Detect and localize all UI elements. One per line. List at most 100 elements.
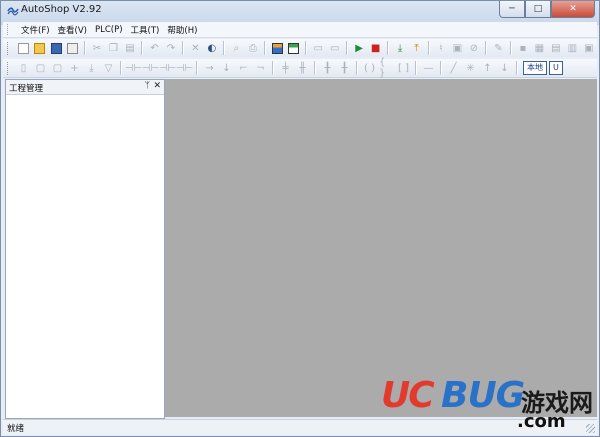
hline-draw-icon[interactable]: —: [421, 61, 436, 76]
find-icon[interactable]: ◐: [205, 41, 219, 56]
monitor-icon[interactable]: ♮: [434, 41, 448, 56]
save-all-icon[interactable]: [65, 41, 79, 56]
pulse-nc-icon[interactable]: ╂: [337, 61, 352, 76]
run-icon[interactable]: ▶: [352, 41, 366, 56]
parallel-nc-icon[interactable]: ⊣⊢: [176, 61, 193, 76]
menu-plc[interactable]: PLC(P): [91, 25, 127, 35]
toolbar-separator: [120, 61, 122, 75]
corner-right-icon[interactable]: ⌐: [236, 61, 251, 76]
contact-nc-icon[interactable]: ⊣⊢: [142, 61, 159, 76]
menu-file[interactable]: 文件(F): [17, 24, 54, 36]
func-icon[interactable]: { }: [379, 57, 394, 79]
local-mode-button[interactable]: 本地: [523, 61, 547, 75]
toolbar-separator: [386, 41, 389, 55]
toolbar-separator: [314, 61, 316, 75]
insert-col-icon[interactable]: ▢: [50, 61, 65, 76]
window-icon[interactable]: ▣: [582, 41, 596, 56]
undo-icon[interactable]: ↶: [147, 41, 161, 56]
toolbar-separator: [485, 41, 488, 55]
down-line-icon[interactable]: ⤓: [84, 61, 99, 76]
pin-icon[interactable]: ᛘ: [145, 81, 150, 91]
v-line-icon[interactable]: ↓: [219, 61, 234, 76]
title-bar[interactable]: AutoShop V2.92 ─ □ ✕: [1, 1, 599, 22]
toolbar-separator: [305, 41, 307, 55]
status-text: 就绪: [7, 424, 25, 434]
toolbar-separator: [415, 61, 417, 75]
project-manager-panel: 工程管理 ᛘ ✕: [5, 79, 165, 419]
h-line-icon[interactable]: →: [202, 61, 217, 76]
down-arrow2-icon[interactable]: ↓: [497, 61, 512, 76]
corner-left-icon[interactable]: ¬: [253, 61, 268, 76]
toolbar-grip[interactable]: [7, 41, 11, 55]
cross-ref-icon[interactable]: ▤: [549, 41, 563, 56]
pulse-icon[interactable]: ╂: [320, 61, 335, 76]
watermark-logo: UC BUG 游戏网 .com: [381, 373, 596, 433]
open-folder-icon[interactable]: [32, 41, 46, 56]
toolbar-grip[interactable]: [7, 61, 11, 75]
close-button[interactable]: ✕: [551, 1, 595, 18]
maximize-button[interactable]: □: [525, 1, 551, 18]
vline-delete-icon[interactable]: ✳: [463, 61, 478, 76]
toolbar-separator: [272, 61, 274, 75]
toolbar-separator: [264, 41, 267, 55]
save-icon[interactable]: [49, 41, 63, 56]
comment-edit-icon[interactable]: ▭: [327, 41, 341, 56]
instruction-view-icon[interactable]: [287, 41, 301, 56]
delete-icon[interactable]: ✕: [188, 41, 202, 56]
up-arrow-icon[interactable]: ↑: [480, 61, 495, 76]
menu-tools[interactable]: 工具(T): [127, 24, 164, 36]
project-tree[interactable]: [6, 95, 164, 418]
select-mode-icon[interactable]: ▯: [16, 61, 31, 76]
down-arrow-icon[interactable]: ▽: [101, 61, 116, 76]
line-delete-icon[interactable]: ╱: [446, 61, 461, 76]
insert-row-icon[interactable]: ▢: [33, 61, 48, 76]
editor-workspace[interactable]: [165, 79, 597, 417]
toolbar-separator: [83, 41, 86, 55]
coil-icon[interactable]: ( ): [362, 61, 377, 76]
watermark-uc: UC: [381, 375, 435, 416]
parallel-no-icon[interactable]: ⊣⊢: [159, 61, 176, 76]
panel-close-icon[interactable]: ✕: [153, 81, 161, 91]
falling-edge-icon[interactable]: ╫: [295, 61, 310, 76]
device-table-icon[interactable]: ▦: [532, 41, 546, 56]
write-icon[interactable]: ✎: [491, 41, 505, 56]
ladder-toolbar: ▯ ▢ ▢ + ⤓ ▽ ⊣⊢ ⊣⊢ ⊣⊢ ⊣⊢ → ↓ ⌐ ¬ ╪ ╫ ╂ ╂ …: [3, 57, 597, 79]
paste-icon[interactable]: ▤: [123, 41, 137, 56]
func-block-icon[interactable]: [ ]: [396, 61, 411, 76]
watermark-bug: BUG: [441, 375, 525, 416]
toolbar-separator: [196, 61, 198, 75]
rising-edge-icon[interactable]: ╪: [278, 61, 293, 76]
toolbar-separator: [427, 41, 430, 55]
stop-icon[interactable]: ■: [368, 41, 382, 56]
panel-header: 工程管理 ᛘ ✕: [6, 80, 164, 95]
toolbar-separator: [182, 41, 185, 55]
u-mode-button[interactable]: U: [549, 61, 563, 75]
minimize-button[interactable]: ─: [499, 1, 525, 18]
app-window: AutoShop V2.92 ─ □ ✕ 文件(F) 查看(V) PLC(P) …: [0, 0, 600, 437]
print-preview-icon[interactable]: ⌕: [229, 41, 243, 56]
toolbar-separator: [356, 61, 358, 75]
copy-icon[interactable]: ❐: [106, 41, 120, 56]
monitor-edit-icon[interactable]: ▣: [450, 41, 464, 56]
comment-icon[interactable]: ▭: [311, 41, 325, 56]
redo-icon[interactable]: ↷: [164, 41, 178, 56]
print-icon[interactable]: ⎙: [246, 41, 260, 56]
upload-icon[interactable]: ⤒: [409, 41, 423, 56]
device-icon[interactable]: ▪: [516, 41, 530, 56]
download-icon[interactable]: ⤓: [393, 41, 407, 56]
standard-toolbar: ✂ ❐ ▤ ↶ ↷ ✕ ◐ ⌕ ⎙ ▭ ▭ ▶ ■ ⤓ ⤒ ♮ ▣ ⊘ ✎ ▪ …: [3, 39, 597, 57]
menubar-grip[interactable]: [7, 24, 11, 35]
window-title: AutoShop V2.92: [21, 4, 102, 15]
settings-icon[interactable]: ▥: [565, 41, 579, 56]
contact-no-icon[interactable]: ⊣⊢: [125, 61, 142, 76]
menu-view[interactable]: 查看(V): [54, 24, 91, 36]
menu-bar: 文件(F) 查看(V) PLC(P) 工具(T) 帮助(H): [3, 22, 597, 38]
menu-help[interactable]: 帮助(H): [163, 24, 201, 36]
toolbar-separator: [141, 41, 144, 55]
force-icon[interactable]: ⊘: [467, 41, 481, 56]
cross-line-icon[interactable]: +: [67, 61, 82, 76]
ladder-view-icon[interactable]: [270, 41, 284, 56]
new-file-icon[interactable]: [16, 41, 30, 56]
cut-icon[interactable]: ✂: [90, 41, 104, 56]
watermark-com: .com: [517, 411, 566, 432]
